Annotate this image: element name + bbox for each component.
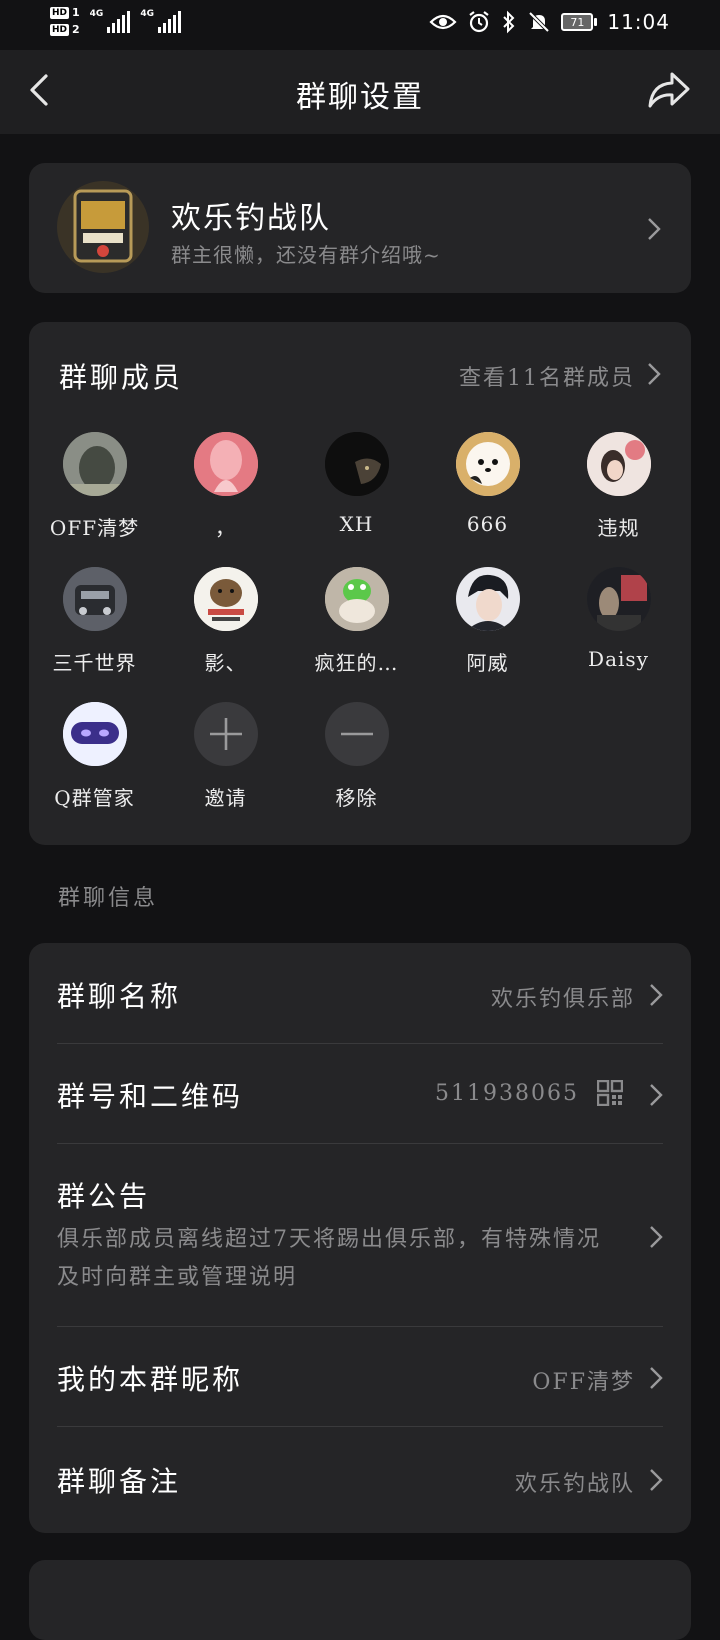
- member-name: 影、: [204, 651, 247, 675]
- plus-icon[interactable]: [193, 702, 258, 766]
- status-right: 71 11:04: [429, 10, 670, 34]
- group-remark-row[interactable]: 群聊备注 欢乐钓战队: [57, 1426, 663, 1533]
- group-name-value: 欢乐钓俱乐部: [490, 987, 635, 1012]
- group-info-card: 群聊名称 欢乐钓俱乐部 群号和二维码 511938065 群公告 俱乐部成员离线…: [29, 943, 691, 1533]
- my-nickname-value: OFF清梦: [532, 1370, 635, 1395]
- member-item[interactable]: XH: [291, 432, 422, 536]
- member-name: XH: [339, 512, 374, 536]
- remove-member-button[interactable]: 移除: [291, 702, 422, 811]
- group-name-label: 群聊名称: [57, 980, 182, 1013]
- network-type: 4G: [140, 9, 154, 19]
- hd-indicator-1: HD 1: [50, 6, 80, 19]
- chevron-right-icon[interactable]: [647, 362, 661, 386]
- bell-muted-icon: [528, 11, 550, 33]
- member-name: ，: [215, 516, 236, 540]
- member-item[interactable]: ，: [160, 432, 291, 541]
- group-avatar[interactable]: [57, 181, 149, 273]
- group-remark-value: 欢乐钓战队: [514, 1472, 635, 1497]
- member-name: 违规: [597, 516, 640, 540]
- group-number-label: 群号和二维码: [57, 1080, 244, 1113]
- member-avatar[interactable]: [586, 432, 651, 496]
- hd-indicator-2: HD 2: [50, 23, 80, 36]
- my-nickname-row[interactable]: 我的本群昵称 OFF清梦: [57, 1326, 663, 1426]
- network-type: 4G: [89, 9, 104, 19]
- battery-icon: 71: [561, 13, 598, 31]
- group-number-row[interactable]: 群号和二维码 511938065: [57, 1043, 663, 1143]
- invite-member-button[interactable]: 邀请: [160, 702, 291, 811]
- member-item[interactable]: 违规: [553, 432, 684, 541]
- member-avatar[interactable]: [455, 432, 520, 496]
- member-item[interactable]: 阿威: [422, 567, 553, 676]
- section-label-group-info: 群聊信息: [58, 886, 159, 911]
- group-notice-label: 群公告: [57, 1180, 151, 1213]
- member-name: OFF清梦: [49, 516, 140, 540]
- group-number-value: 511938065: [435, 1081, 579, 1106]
- invite-label: 邀请: [204, 786, 247, 810]
- hd-label: HD: [50, 6, 70, 19]
- hd-number: 2: [72, 23, 80, 36]
- group-name: 欢乐钓战队: [171, 201, 331, 236]
- member-item[interactable]: Daisy: [553, 567, 684, 671]
- signal-icon-2: 4G: [140, 9, 181, 33]
- bluetooth-icon: [503, 10, 515, 34]
- member-item[interactable]: OFF清梦: [29, 432, 160, 541]
- hd-label: HD: [50, 23, 70, 36]
- chevron-right-icon: [650, 984, 663, 1006]
- member-avatar[interactable]: [586, 567, 651, 631]
- member-avatar[interactable]: [193, 567, 258, 631]
- member-item[interactable]: 666: [422, 432, 553, 536]
- member-name: Daisy: [588, 647, 649, 671]
- member-item[interactable]: 疯狂的…: [291, 567, 422, 676]
- minus-icon[interactable]: [324, 702, 389, 766]
- status-bar: HD 1 HD 2 4G 4G 71 11:04: [0, 0, 720, 50]
- chevron-right-icon: [650, 1469, 663, 1491]
- nav-bar: 群聊设置: [0, 50, 720, 134]
- alarm-icon: [469, 11, 490, 33]
- hd-number: 1: [72, 6, 80, 19]
- page-title: 群聊设置: [296, 80, 424, 115]
- battery-level: 71: [561, 13, 594, 31]
- members-title: 群聊成员: [59, 361, 184, 394]
- my-nickname-label: 我的本群昵称: [57, 1363, 244, 1396]
- member-avatar[interactable]: [62, 432, 127, 496]
- member-item[interactable]: 影、: [160, 567, 291, 676]
- chevron-right-icon: [650, 1084, 663, 1106]
- member-avatar[interactable]: [193, 432, 258, 496]
- chevron-right-icon: [650, 1226, 663, 1248]
- member-item[interactable]: Q群管家: [29, 702, 160, 811]
- member-avatar[interactable]: [324, 432, 389, 496]
- member-name: 疯狂的…: [314, 651, 399, 675]
- eye-icon: [429, 14, 457, 30]
- hd-indicators: HD 1 HD 2: [50, 6, 80, 36]
- member-name: 阿威: [466, 651, 509, 675]
- share-icon[interactable]: [646, 68, 692, 112]
- qr-code-icon[interactable]: [597, 1080, 623, 1106]
- member-avatar[interactable]: [324, 567, 389, 631]
- member-name: Q群管家: [54, 786, 135, 810]
- member-avatar[interactable]: [455, 567, 520, 631]
- member-item[interactable]: 三千世界: [29, 567, 160, 676]
- group-name-row[interactable]: 群聊名称 欢乐钓俱乐部: [57, 943, 663, 1043]
- member-name: 三千世界: [52, 651, 137, 675]
- group-profile-card[interactable]: 欢乐钓战队 群主很懒，还没有群介绍哦~: [29, 163, 691, 293]
- status-left: HD 1 HD 2 4G 4G: [50, 6, 181, 36]
- chevron-right-icon: [648, 218, 661, 240]
- chevron-right-icon: [650, 1367, 663, 1389]
- view-all-members-link[interactable]: 查看11名群成员: [459, 360, 635, 392]
- member-name: 666: [466, 512, 509, 536]
- q-group-manager-avatar[interactable]: [62, 702, 127, 766]
- remove-label: 移除: [335, 786, 378, 810]
- group-description: 群主很懒，还没有群介绍哦~: [171, 243, 441, 267]
- group-remark-label: 群聊备注: [57, 1465, 182, 1498]
- group-notice-row[interactable]: 群公告 俱乐部成员离线超过7天将踢出俱乐部，有特殊情况及时向群主或管理说明: [57, 1143, 663, 1326]
- signal-icon-1: 4G: [90, 9, 131, 33]
- group-notice-text: 俱乐部成员离线超过7天将踢出俱乐部，有特殊情况及时向群主或管理说明: [57, 1227, 601, 1290]
- member-avatar[interactable]: [62, 567, 127, 631]
- next-settings-card: [29, 1560, 691, 1640]
- clock: 11:04: [607, 10, 670, 34]
- members-card: 群聊成员 查看11名群成员 OFF清梦 ， XH 666 违规 三千世界 影、 …: [29, 322, 691, 845]
